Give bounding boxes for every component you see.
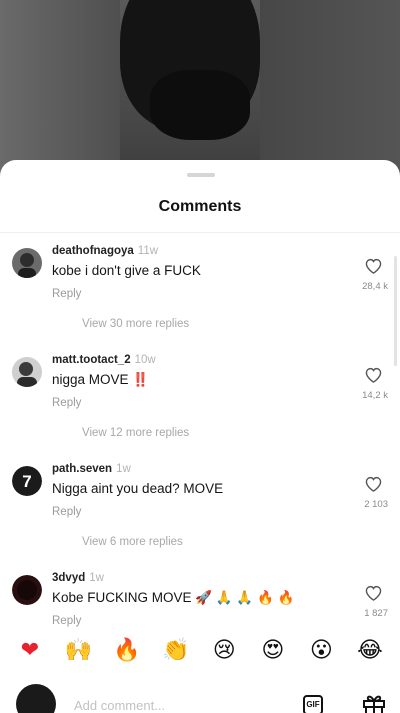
comment-text: nigga MOVE ‼️ [52,372,150,387]
comment-composer: GIF [0,680,400,713]
comment-item: deathofnagoya 11w kobe i don't give a FUC… [0,245,400,348]
comment-time: 10w [134,354,156,366]
like-count: 1 827 [364,608,388,619]
like-button[interactable] [360,585,386,625]
surprised-emoji-button[interactable]: 😮 [307,636,335,664]
sheet-drag-handle[interactable] [187,173,215,177]
comment-input[interactable] [72,692,286,713]
sheet-title: Comments [158,198,242,215]
comments-sheet: Comments deathofnagoya 11w kobe i don't g… [0,160,400,713]
reply-button[interactable]: Reply [52,615,81,627]
heart-icon [365,476,381,492]
comment-item: matt.tootact_2 10w nigga MOVE ‼️ Reply Vi… [0,354,400,457]
emoji-reaction-bar: ❤ 🙌 🔥 👏 😢 😍 😮 😂 [0,636,400,672]
like-count: 2 103 [364,499,388,510]
title-divider [0,232,400,233]
heart-icon [365,367,381,383]
comment-username[interactable]: deathofnagoya 11w [52,245,158,257]
like-button[interactable] [360,258,386,298]
comment-text: Kobe FUCKING MOVE 🚀 🙏 🙏 🔥 🔥 [52,590,295,605]
username-text[interactable]: 3dvyd [52,572,85,584]
avatar[interactable] [12,357,42,387]
like-count: 14,2 k [362,390,388,401]
video-wall-right [260,0,400,175]
comment-time: 1w [89,572,104,584]
laughing-emoji-button[interactable]: 😂 [356,636,384,664]
fire-emoji-button[interactable]: 🔥 [113,636,141,664]
crying-emoji-button[interactable]: 😢 [210,636,238,664]
raised-hands-emoji-button[interactable]: 🙌 [65,636,93,664]
heart-emoji-button[interactable]: ❤ [16,636,44,664]
reply-button[interactable]: Reply [52,506,81,518]
username-text[interactable]: path.seven [52,463,112,475]
heart-icon [365,585,381,601]
clap-emoji-button[interactable]: 👏 [162,636,190,664]
heart-eyes-emoji-button[interactable]: 😍 [259,636,287,664]
gift-button[interactable] [362,692,386,713]
avatar[interactable] [12,575,42,605]
view-replies-link[interactable]: View 6 more replies [82,536,183,548]
like-button[interactable] [360,367,386,407]
view-replies-link[interactable]: View 12 more replies [82,427,189,439]
video-wall-left [0,0,120,175]
comment-time: 1w [116,463,131,475]
reply-button[interactable]: Reply [52,288,81,300]
current-user-avatar [16,684,56,713]
comment-username[interactable]: path.seven 1w [52,463,131,475]
video-background [0,0,400,175]
comment-text: kobe i don't give a FUCK [52,263,201,278]
view-replies-link[interactable]: View 30 more replies [82,318,189,330]
video-person-shoulder [150,70,250,140]
like-button[interactable] [360,476,386,516]
gift-icon [363,695,385,713]
comment-username[interactable]: 3dvyd 1w [52,572,104,584]
gif-button[interactable]: GIF [303,695,323,713]
comment-username[interactable]: matt.tootact_2 10w [52,354,156,366]
comment-text: Nigga aint you dead? MOVE [52,481,224,496]
svg-text:7: 7 [22,472,31,491]
like-count: 28,4 k [362,281,388,292]
username-text[interactable]: deathofnagoya [52,245,134,257]
avatar[interactable]: 7 [12,466,42,496]
comment-time: 11w [137,245,159,257]
comment-item: 7 path.seven 1w Nigga aint you dead? MOVE… [0,463,400,566]
heart-icon [365,258,381,274]
avatar[interactable] [12,248,42,278]
reply-button[interactable]: Reply [52,397,81,409]
username-text[interactable]: matt.tootact_2 [52,354,131,366]
